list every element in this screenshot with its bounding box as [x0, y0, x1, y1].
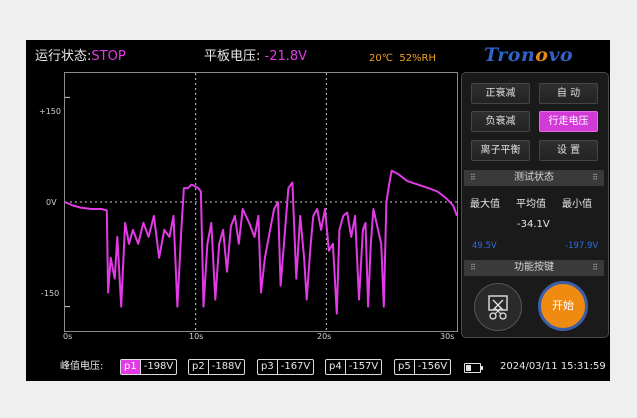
- brand-logo: Tronovo: [484, 44, 574, 66]
- peak-p3[interactable]: p3 -167V: [257, 359, 315, 375]
- x-tick-10s: 10s: [189, 332, 204, 341]
- grip-icon: ⠿: [592, 173, 598, 182]
- walking-voltage-button[interactable]: 行走电压: [539, 111, 598, 132]
- plate-voltage-label: 平板电压:: [204, 49, 261, 64]
- x-tick-30s: 30s: [440, 332, 455, 341]
- voltage-trace-0: [64, 169, 458, 315]
- device-screen: 运行状态:STOP 平板电压: -21.8V 20℃ 52%RH Tronovo…: [26, 40, 610, 381]
- x-tick-0s: 0s: [63, 332, 73, 341]
- positive-decay-button[interactable]: 正衰减: [471, 83, 530, 104]
- peak-voltage-label: 峰值电压:: [60, 361, 104, 372]
- clear-button[interactable]: [474, 283, 522, 331]
- test-status-header: ⠿ 测试状态 ⠿: [464, 170, 604, 186]
- y-tick-minus150: -150: [41, 289, 60, 298]
- auto-button[interactable]: 自 动: [539, 83, 598, 104]
- negative-decay-button[interactable]: 负衰减: [471, 111, 530, 132]
- test-status-title: 测试状态: [514, 172, 554, 183]
- temperature-value: 20℃: [369, 53, 393, 64]
- function-keys-header: ⠿ 功能按键 ⠿: [464, 260, 604, 276]
- voltage-chart: [64, 72, 458, 332]
- run-status-value: STOP: [91, 49, 126, 64]
- clear-icon: [488, 295, 508, 320]
- plate-voltage: 平板电压: -21.8V: [204, 49, 307, 65]
- battery-icon: [464, 363, 483, 373]
- function-keys-title: 功能按键: [514, 262, 554, 273]
- grip-icon: ⠿: [470, 263, 476, 272]
- max-label: 最大值: [470, 199, 500, 210]
- plate-voltage-value: -21.8V: [264, 49, 308, 64]
- run-status-label: 运行状态:: [35, 49, 92, 64]
- voltage-chart-svg: [64, 73, 458, 331]
- humidity-value: 52%RH: [399, 53, 437, 64]
- ion-balance-button[interactable]: 离子平衡: [471, 140, 530, 161]
- min-label: 最小值: [562, 199, 592, 210]
- min-value: -197.9V: [565, 241, 599, 251]
- avg-value: -34.1V: [517, 219, 550, 230]
- y-tick-zero: 0V: [46, 198, 57, 207]
- grip-icon: ⠿: [470, 173, 476, 182]
- control-panel: 正衰减 自 动 负衰减 行走电压 离子平衡 设 置 ⠿ 测试状态 ⠿ 最大值 平…: [461, 72, 609, 338]
- peak-p2[interactable]: p2 -188V: [188, 359, 246, 375]
- peak-p1[interactable]: p1 -198V: [120, 359, 178, 375]
- settings-button[interactable]: 设 置: [539, 140, 598, 161]
- y-tick-plus150: +150: [39, 107, 61, 116]
- x-tick-20s: 20s: [317, 332, 332, 341]
- environment-readout: 20℃ 52%RH: [369, 51, 436, 67]
- datetime: 2024/03/11 15:31:59: [500, 361, 606, 372]
- peak-p5[interactable]: p5 -156V: [394, 359, 452, 375]
- avg-label: 平均值: [516, 199, 546, 210]
- run-status: 运行状态:STOP: [35, 49, 126, 65]
- grip-icon: ⠿: [592, 263, 598, 272]
- peak-p4[interactable]: p4 -157V: [325, 359, 383, 375]
- max-value: 49.5V: [472, 241, 497, 251]
- start-button[interactable]: 开始: [538, 281, 588, 331]
